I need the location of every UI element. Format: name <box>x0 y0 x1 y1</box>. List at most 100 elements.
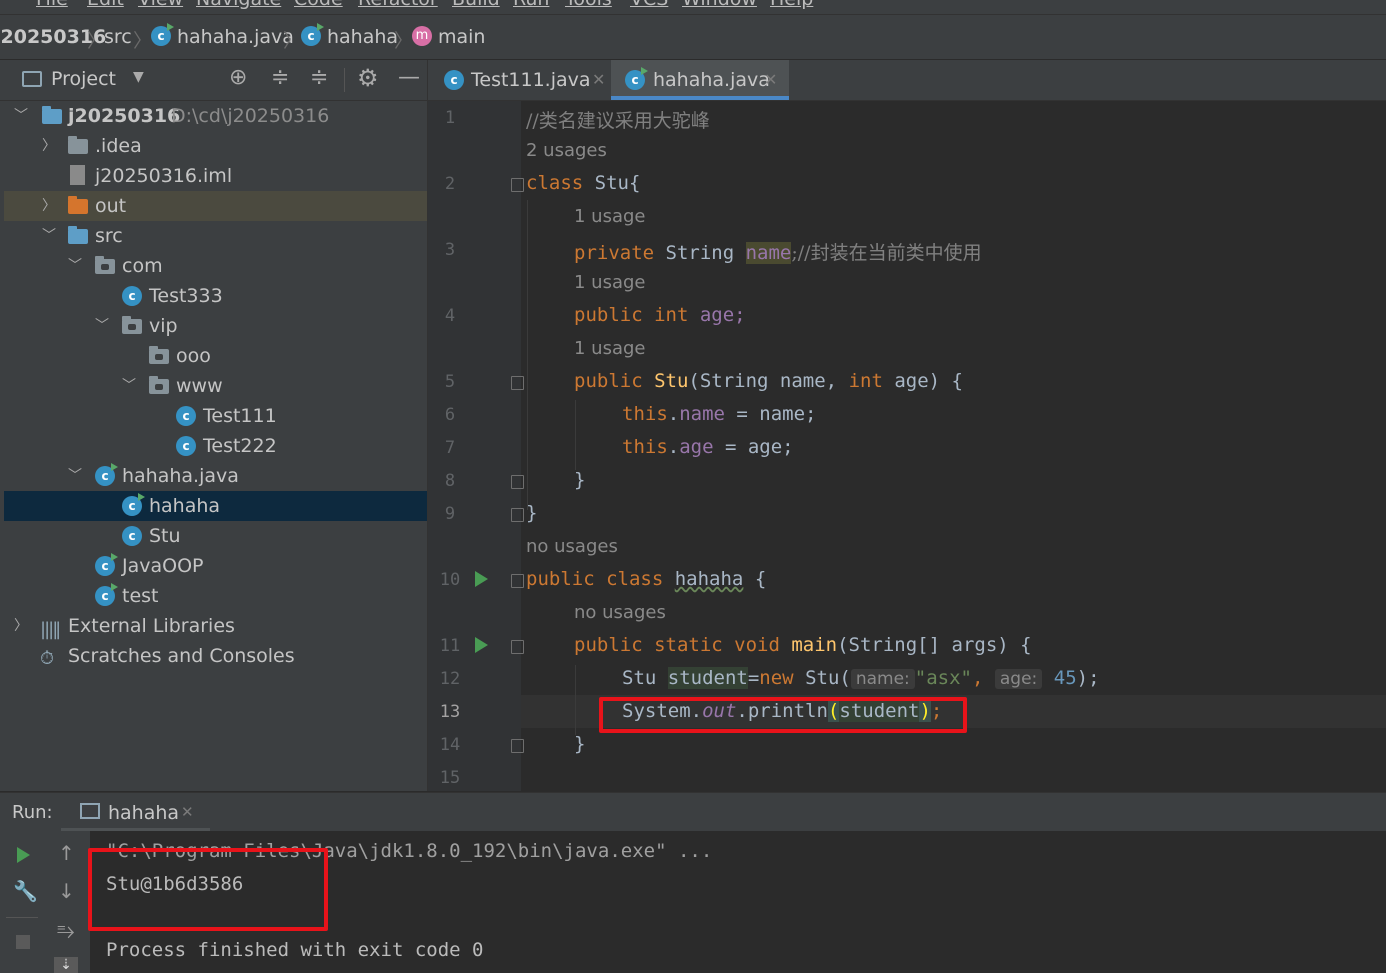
tree-item-hahaha[interactable]: c hahaha <box>4 491 427 521</box>
soft-wrap-icon[interactable]: ⥱ <box>57 919 75 944</box>
chevron-down-icon[interactable]: ﹀ <box>42 221 56 251</box>
breadcrumb-file[interactable]: hahaha.java <box>177 26 294 48</box>
breadcrumb-src[interactable]: src <box>104 26 132 48</box>
code-comment: //类名建议采用大驼峰 <box>526 110 710 132</box>
tree-item-vip[interactable]: ﹀ vip <box>4 311 427 341</box>
code-params: (String name, <box>688 370 849 392</box>
line-number: 6 <box>444 405 456 425</box>
usages-hint[interactable]: 2 usages <box>526 140 607 161</box>
fold-icon[interactable] <box>511 640 524 654</box>
stop-icon[interactable] <box>16 935 30 949</box>
fold-icon[interactable] <box>511 739 524 753</box>
tree-item-scratches[interactable]: ⏱ Scratches and Consoles <box>4 641 427 671</box>
menu-file[interactable]: File <box>36 0 68 10</box>
tab-hahaha[interactable]: c hahaha.java ✕ <box>611 60 789 100</box>
tree-item-label: ooo <box>176 345 211 367</box>
fold-icon[interactable] <box>511 508 524 522</box>
fold-icon[interactable] <box>511 178 524 192</box>
tree-item-com[interactable]: ﹀ com <box>4 251 427 281</box>
usages-hint[interactable]: no usages <box>526 536 618 557</box>
annotation-highlight-box <box>599 697 967 733</box>
tree-item-www[interactable]: ﹀ www <box>4 371 427 401</box>
close-icon[interactable]: ✕ <box>764 60 777 100</box>
tree-item-src[interactable]: ﹀ src <box>4 221 427 251</box>
menu-run[interactable]: Run <box>513 0 549 10</box>
menu-navigate[interactable]: Navigate <box>196 0 281 10</box>
fold-icon[interactable] <box>511 475 524 489</box>
tree-item-project-root[interactable]: ﹀ j20250316 D:\cd\j20250316 <box>4 101 427 131</box>
chevron-down-icon[interactable]: ﹀ <box>14 101 28 131</box>
run-main-icon[interactable] <box>475 637 488 653</box>
menu-build[interactable]: Build <box>452 0 500 10</box>
chevron-down-icon[interactable]: ﹀ <box>95 311 109 341</box>
code-params: (String[] args) { <box>837 634 1032 656</box>
tree-item-iml[interactable]: j20250316.iml <box>4 161 427 191</box>
tree-item-test222[interactable]: c Test222 <box>4 431 427 461</box>
project-panel-title[interactable]: Project <box>51 68 116 90</box>
tree-item-javaoop[interactable]: c JavaOOP <box>4 551 427 581</box>
menu-view[interactable]: View <box>138 0 183 10</box>
java-class-icon: c <box>122 493 145 516</box>
minimize-icon[interactable]: — <box>398 65 420 90</box>
usages-hint[interactable]: 1 usage <box>574 206 646 227</box>
scroll-to-end-icon[interactable]: ⇣ <box>54 957 78 973</box>
view-dropdown-icon[interactable]: ▼ <box>133 69 144 85</box>
locate-file-icon[interactable]: ⊕ <box>229 65 247 90</box>
menu-code[interactable]: Code <box>294 0 343 10</box>
run-class-icon[interactable] <box>475 571 488 587</box>
tree-item-external-libraries[interactable]: 〉 |||‖ External Libraries <box>4 611 427 641</box>
chevron-down-icon[interactable]: ﹀ <box>68 251 82 281</box>
fold-icon[interactable] <box>511 574 524 588</box>
menu-vcs[interactable]: VCS <box>630 0 668 10</box>
close-icon[interactable]: ✕ <box>181 803 194 821</box>
code-keyword: public class <box>526 568 664 590</box>
code-line-6: this.name = name; <box>622 403 817 425</box>
chevron-down-icon[interactable]: ﹀ <box>68 461 82 491</box>
code-keyword: class <box>526 172 584 194</box>
expand-all-icon[interactable]: ≑ <box>271 65 289 90</box>
wrench-icon[interactable]: 🔧 <box>13 879 38 903</box>
chevron-right-icon[interactable]: 〉 <box>14 611 28 641</box>
code-line-10: public class hahaha { <box>526 568 766 590</box>
close-icon[interactable]: ✕ <box>592 60 605 100</box>
java-class-icon: c <box>444 70 464 90</box>
menu-window[interactable]: Window <box>682 0 757 10</box>
code-field: age <box>679 436 714 458</box>
code-brace: { <box>743 568 767 590</box>
usages-hint[interactable]: 1 usage <box>574 272 646 293</box>
fold-icon[interactable] <box>511 376 524 390</box>
code-comma: , <box>971 667 984 689</box>
code-keyword: public <box>574 370 643 392</box>
arrow-up-icon[interactable]: ↑ <box>58 841 75 865</box>
tree-item-label: com <box>122 255 163 277</box>
tree-item-test333[interactable]: c Test333 <box>4 281 427 311</box>
tree-item-test111[interactable]: c Test111 <box>4 401 427 431</box>
collapse-all-icon[interactable]: ≑ <box>310 65 328 90</box>
rerun-icon[interactable] <box>17 847 30 863</box>
tab-test111[interactable]: c Test111.java ✕ <box>432 60 610 100</box>
usages-hint[interactable]: no usages <box>574 602 666 623</box>
breadcrumb-class[interactable]: hahaha <box>327 26 398 48</box>
tree-item-ooo[interactable]: ooo <box>4 341 427 371</box>
menu-edit[interactable]: Edit <box>87 0 124 10</box>
java-class-icon: c <box>122 526 142 546</box>
tree-item-label: hahaha.java <box>122 465 239 487</box>
arrow-down-icon[interactable]: ↓ <box>58 879 75 903</box>
tree-item-hahaha-java[interactable]: ﹀ c hahaha.java <box>4 461 427 491</box>
chevron-right-icon[interactable]: 〉 <box>42 191 56 221</box>
menu-refactor[interactable]: Refactor <box>358 0 438 10</box>
project-panel-header: Project ▼ ⊕ ≑ ≑ ⚙ — <box>0 60 427 101</box>
menu-tools[interactable]: Tools <box>565 0 612 10</box>
tree-item-out[interactable]: 〉 out <box>4 191 427 221</box>
gear-icon[interactable]: ⚙ <box>357 64 379 92</box>
run-config-tab[interactable]: hahaha <box>108 802 179 824</box>
tree-item-test[interactable]: c test <box>4 581 427 611</box>
chevron-right-icon[interactable]: 〉 <box>42 131 56 161</box>
tree-item-idea[interactable]: 〉 .idea <box>4 131 427 161</box>
menu-help[interactable]: Help <box>770 0 813 10</box>
usages-hint[interactable]: 1 usage <box>574 338 646 359</box>
breadcrumb-method[interactable]: main <box>438 26 485 48</box>
chevron-down-icon[interactable]: ﹀ <box>122 371 136 401</box>
tree-item-stu[interactable]: c Stu <box>4 521 427 551</box>
editor-tabs: c Test111.java ✕ c hahaha.java ✕ <box>428 60 1386 101</box>
